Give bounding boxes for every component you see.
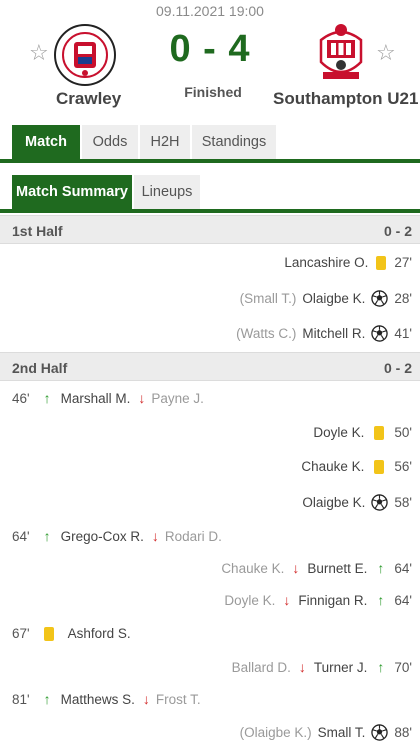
event-row: Olaigbe K. 58' [0, 487, 420, 517]
half-result: 0 - 2 [383, 360, 412, 376]
sub-out-arrow-icon: ↓ [298, 659, 306, 675]
sub-out-arrow-icon: ↓ [151, 528, 159, 544]
event-row: (Olaigbe K.) Small T. 88' [0, 717, 420, 747]
event-row: Ballard D. ↓ Turner J. ↑ 70' [0, 652, 420, 682]
event-minute: 28' [394, 291, 412, 306]
event-row: Doyle K. 50' [0, 418, 420, 448]
sub-in-arrow-icon: ↑ [43, 691, 51, 707]
match-status: Finished [184, 84, 242, 100]
player-name[interactable]: Olaigbe K. [302, 291, 365, 306]
event-row: 64' ↑ Grego-Cox R. ↓ Rodari D. [0, 521, 420, 551]
tab-lineups[interactable]: Lineups [134, 175, 200, 209]
event-row: (Watts C.) Mitchell R. 41' [0, 318, 420, 348]
second-half-header: 2nd Half 0 - 2 [0, 352, 420, 381]
goal-ball-icon [371, 494, 389, 511]
yellow-card-icon [43, 626, 54, 641]
event-minute: 46' [12, 390, 30, 406]
event-row: Chauke K. 56' [0, 452, 420, 482]
yellow-card-icon [374, 425, 385, 440]
player-name[interactable]: Lancashire O. [284, 255, 368, 270]
player-in-name[interactable]: Finnigan R. [298, 593, 367, 608]
match-score: 0 - 4 [169, 28, 251, 70]
sub-out-arrow-icon: ↓ [283, 592, 291, 608]
event-minute: 58' [394, 495, 412, 510]
sub-in-arrow-icon: ↑ [43, 390, 51, 406]
player-name[interactable]: Mitchell R. [302, 326, 365, 341]
event-minute: 27' [394, 255, 412, 270]
sub-in-arrow-icon: ↑ [43, 528, 51, 544]
sub-in-arrow-icon: ↑ [377, 659, 385, 675]
player-name[interactable]: Olaigbe K. [302, 495, 365, 510]
tab-match[interactable]: Match [12, 125, 80, 159]
sub-out-arrow-icon: ↓ [142, 691, 150, 707]
event-row: Doyle K. ↓ Finnigan R. ↑ 64' [0, 585, 420, 615]
player-name[interactable]: Doyle K. [313, 425, 364, 440]
player-in-name[interactable]: Marshall M. [61, 391, 131, 406]
event-minute: 70' [394, 659, 412, 675]
event-row: 67' Ashford S. [0, 619, 420, 649]
event-row: Chauke K. ↓ Burnett E. ↑ 64' [0, 553, 420, 583]
player-in-name[interactable]: Turner J. [314, 660, 368, 675]
event-row: 46' ↑ Marshall M. ↓ Payne J. [0, 383, 420, 413]
sub-in-arrow-icon: ↑ [377, 592, 385, 608]
goal-ball-icon [371, 290, 389, 307]
event-minute: 64' [12, 528, 30, 544]
tab-standings[interactable]: Standings [192, 125, 276, 159]
first-half-header: 1st Half 0 - 2 [0, 215, 420, 244]
player-out-name[interactable]: Frost T. [156, 692, 201, 707]
event-minute: 50' [394, 425, 412, 440]
player-out-name[interactable]: Chauke K. [221, 561, 284, 576]
main-tab-underline [0, 159, 420, 163]
main-tab-bar: Match Odds H2H Standings [12, 125, 278, 159]
tab-odds[interactable]: Odds [82, 125, 138, 159]
yellow-card-icon [376, 255, 387, 270]
event-minute: 67' [12, 626, 30, 641]
event-row: Lancashire O. 27' [0, 248, 420, 278]
event-minute: 88' [394, 725, 412, 740]
sub-out-arrow-icon: ↓ [292, 560, 300, 576]
tab-h2h[interactable]: H2H [140, 125, 190, 159]
sub-in-arrow-icon: ↑ [377, 560, 385, 576]
player-out-name[interactable]: Doyle K. [224, 593, 275, 608]
assist-name[interactable]: (Watts C.) [236, 326, 296, 341]
half-label: 2nd Half [12, 360, 68, 376]
sub-tab-underline [0, 209, 420, 213]
event-row: 81' ↑ Matthews S. ↓ Frost T. [0, 684, 420, 714]
player-in-name[interactable]: Grego-Cox R. [61, 529, 144, 544]
player-out-name[interactable]: Rodari D. [165, 529, 222, 544]
goal-ball-icon [371, 325, 389, 342]
event-minute: 41' [394, 326, 412, 341]
player-out-name[interactable]: Ballard D. [232, 660, 291, 675]
event-minute: 56' [394, 459, 412, 474]
event-row: (Small T.) Olaigbe K. 28' [0, 283, 420, 313]
player-in-name[interactable]: Matthews S. [61, 692, 135, 707]
half-result: 0 - 2 [383, 223, 412, 239]
match-datetime: 09.11.2021 19:00 [156, 3, 264, 19]
assist-name[interactable]: (Small T.) [240, 291, 297, 306]
yellow-card-icon [374, 459, 385, 474]
tab-match-summary[interactable]: Match Summary [12, 175, 132, 209]
assist-name[interactable]: (Olaigbe K.) [240, 725, 312, 740]
player-in-name[interactable]: Burnett E. [307, 561, 367, 576]
goal-ball-icon [371, 724, 389, 741]
player-out-name[interactable]: Payne J. [151, 391, 204, 406]
event-minute: 64' [394, 592, 412, 608]
sub-out-arrow-icon: ↓ [138, 390, 146, 406]
player-name[interactable]: Chauke K. [301, 459, 364, 474]
player-name[interactable]: Small T. [318, 725, 366, 740]
event-minute: 81' [12, 691, 30, 707]
event-minute: 64' [394, 560, 412, 576]
half-label: 1st Half [12, 223, 63, 239]
sub-tab-bar: Match Summary Lineups [12, 175, 202, 209]
player-name[interactable]: Ashford S. [68, 626, 131, 641]
